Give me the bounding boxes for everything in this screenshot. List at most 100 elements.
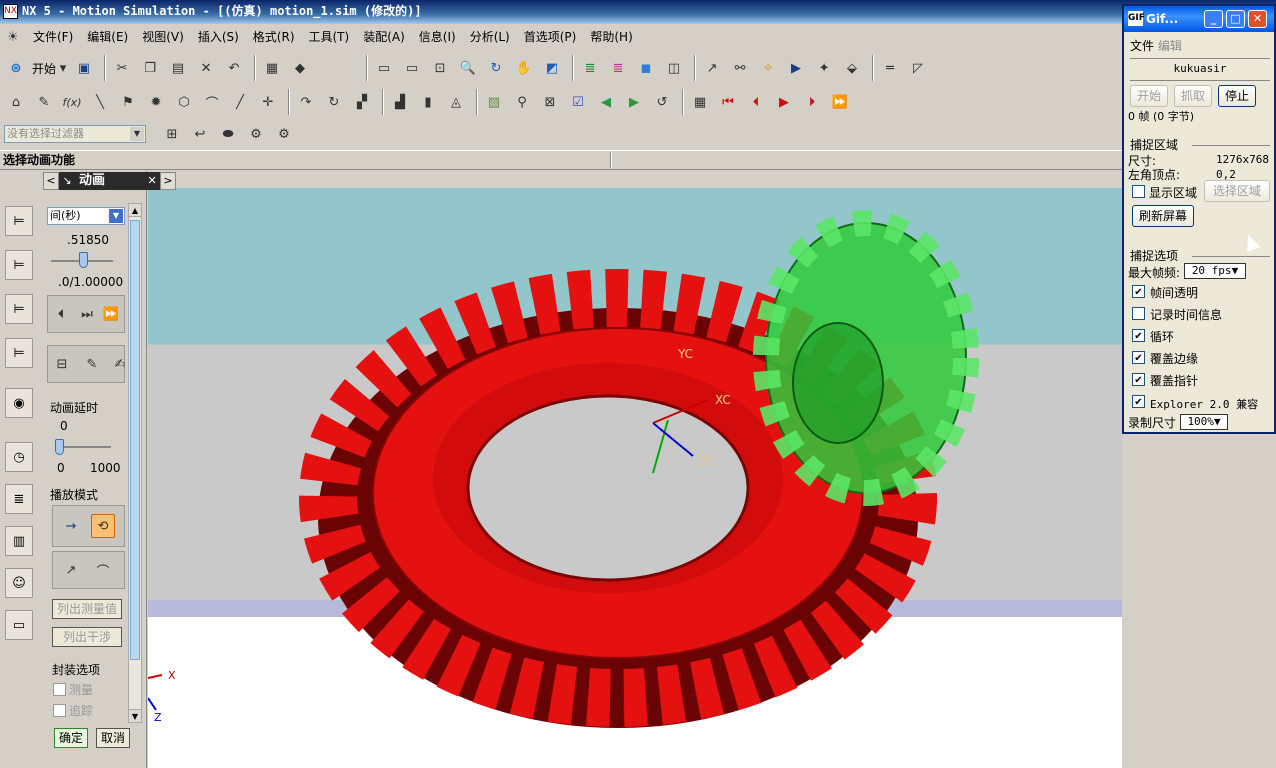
measure-checkbox[interactable]: [53, 683, 66, 696]
menu-analysis[interactable]: 分析(L): [463, 27, 517, 47]
system-scene-icon[interactable]: ▭: [5, 610, 33, 640]
scalar-force-icon[interactable]: ↷: [294, 90, 318, 114]
cable-icon[interactable]: ▟: [388, 90, 412, 114]
menu-preferences[interactable]: 首选项(P): [517, 27, 584, 47]
menu-information[interactable]: 信息(I): [412, 27, 463, 47]
motion-driver-icon[interactable]: ✧: [756, 56, 780, 80]
gif-capture-button[interactable]: 抓取: [1174, 85, 1212, 107]
opt-cover-edges-checkbox[interactable]: [1132, 351, 1145, 364]
opt-explorer-compat-checkbox[interactable]: [1132, 395, 1145, 408]
nx-logo-icon[interactable]: ☀: [4, 28, 22, 46]
trace-checkbox[interactable]: [53, 704, 66, 717]
select-area-button[interactable]: 选择区域: [1204, 180, 1270, 202]
start-button[interactable]: 开始: [32, 60, 56, 77]
gif-start-button[interactable]: 开始: [1130, 85, 1168, 107]
menu-help[interactable]: 帮助(H): [583, 27, 639, 47]
opt-cover-pointer-checkbox[interactable]: [1132, 373, 1145, 386]
panel-forward-icon[interactable]: >: [160, 172, 176, 190]
panel-back-icon[interactable]: <: [43, 172, 59, 190]
rotate-icon[interactable]: ↻: [484, 56, 508, 80]
point-on-curve-icon[interactable]: ⌒: [200, 90, 224, 114]
gear-scene[interactable]: YC XC ZC X Z: [148, 188, 1122, 768]
measure-icon[interactable]: ═: [878, 56, 902, 80]
scroll-down-icon[interactable]: ▼: [129, 709, 141, 722]
step-forward-arrow-icon[interactable]: ▶: [622, 90, 646, 114]
scroll-up-icon[interactable]: ▲: [129, 204, 141, 217]
fit-view-icon[interactable]: ▭: [372, 56, 396, 80]
select-component-icon[interactable]: ⚙: [272, 122, 296, 146]
window-title-bar[interactable]: NX 5 - Motion Simulation - [(仿真) motion_…: [0, 0, 1276, 24]
joint-icon[interactable]: ▶: [784, 56, 808, 80]
gear-joint-icon[interactable]: ✦: [812, 56, 836, 80]
opt-record-time-checkbox[interactable]: [1132, 307, 1145, 320]
list-interference-button[interactable]: 列出干涉: [52, 627, 122, 647]
spring-icon[interactable]: ╲: [88, 90, 112, 114]
paste-icon[interactable]: ▤: [166, 56, 190, 80]
menu-format[interactable]: 格式(R): [246, 27, 302, 47]
reuse-library-icon[interactable]: ≣: [5, 484, 33, 514]
trace-icon[interactable]: ◸: [906, 56, 930, 80]
fast-forward-frame-icon[interactable]: ⏩: [100, 302, 122, 326]
show-area-checkbox[interactable]: [1132, 185, 1145, 198]
chevron-down-icon[interactable]: ▼: [130, 127, 144, 141]
max-fps-select[interactable]: 20 fps▼: [1184, 263, 1246, 279]
constraint-navigator-icon[interactable]: ⊨: [5, 294, 33, 324]
panel-pin-icon[interactable]: ↘: [58, 172, 75, 190]
step-back-icon[interactable]: ⏴: [744, 90, 768, 114]
copy-icon[interactable]: ❐: [138, 56, 162, 80]
undo-icon[interactable]: ↶: [222, 56, 246, 80]
menu-assembly[interactable]: 装配(A): [356, 27, 412, 47]
graphics-viewport[interactable]: YC XC ZC X Z: [148, 188, 1122, 768]
coordinate-system-icon[interactable]: ↗: [700, 56, 724, 80]
gif-title-bar[interactable]: GIF Gif... _ □ ✕: [1124, 6, 1274, 32]
menu-file[interactable]: 文件(F): [26, 27, 80, 47]
delay-slider-thumb[interactable]: [55, 439, 64, 455]
cut-icon[interactable]: ✂: [110, 56, 134, 80]
opt-frame-transparent-checkbox[interactable]: [1132, 285, 1145, 298]
constraint-icon[interactable]: ⬙: [840, 56, 864, 80]
menu-insert[interactable]: 插入(S): [191, 27, 246, 47]
type-filter-select[interactable]: 没有选择过滤器 ▼: [4, 125, 146, 143]
roles-icon[interactable]: ☺: [5, 568, 33, 598]
frame-view-icon[interactable]: ▭: [400, 56, 424, 80]
sensor-icon[interactable]: ⚲: [510, 90, 534, 114]
green-pinion-gear[interactable]: [753, 210, 979, 506]
cancel-button[interactable]: 取消: [96, 728, 130, 748]
simulation-nav-icon[interactable]: ⌂: [4, 90, 28, 114]
damper-icon[interactable]: ⚑: [116, 90, 140, 114]
select-face-icon[interactable]: ⬬: [216, 122, 240, 146]
play-once-icon[interactable]: →: [59, 514, 83, 538]
marker-icon[interactable]: ✛: [256, 90, 280, 114]
rewind-to-start-icon[interactable]: ⏮: [716, 90, 740, 114]
snapshot-icon[interactable]: ✍: [108, 352, 132, 376]
2d-contact-icon[interactable]: ◬: [444, 90, 468, 114]
web-browser-icon[interactable]: ◉: [5, 388, 33, 418]
contact-icon[interactable]: ⬡: [172, 90, 196, 114]
fast-forward-icon[interactable]: ⏩: [828, 90, 852, 114]
gif-stop-button[interactable]: 停止: [1218, 85, 1256, 107]
snap-point-icon[interactable]: ↩: [188, 122, 212, 146]
animation-icon[interactable]: ▦: [688, 90, 712, 114]
function-icon[interactable]: f(x): [60, 90, 84, 114]
delete-icon[interactable]: ✕: [194, 56, 218, 80]
zoom-icon[interactable]: ⊡: [428, 56, 452, 80]
bushing-icon[interactable]: ✹: [144, 90, 168, 114]
panel-scrollbar[interactable]: ▲ ▼: [128, 203, 142, 723]
properties-icon[interactable]: ▦: [260, 56, 284, 80]
articulation-icon[interactable]: ↺: [650, 90, 674, 114]
perspective-icon[interactable]: ◩: [540, 56, 564, 80]
select-body-icon[interactable]: ⚙: [244, 122, 268, 146]
menu-view[interactable]: 视图(V): [135, 27, 191, 47]
ok-button[interactable]: 确定: [54, 728, 88, 748]
panel-close-icon[interactable]: ✕: [144, 172, 161, 190]
history-icon[interactable]: ◷: [5, 442, 33, 472]
selection-icon[interactable]: ◆: [288, 56, 312, 80]
time-slider-thumb[interactable]: [79, 252, 89, 268]
refresh-screen-button[interactable]: 刷新屏幕: [1132, 205, 1194, 227]
chevron-down-icon[interactable]: ▼: [109, 209, 123, 223]
gif-menu-file[interactable]: 文件: [1130, 37, 1154, 54]
assembly-navigator-icon[interactable]: ⊨: [5, 206, 33, 236]
motion-navigator-icon[interactable]: ⊨: [5, 338, 33, 368]
step-back-arrow-icon[interactable]: ◀: [594, 90, 618, 114]
curve-on-curve-icon[interactable]: ╱: [228, 90, 252, 114]
